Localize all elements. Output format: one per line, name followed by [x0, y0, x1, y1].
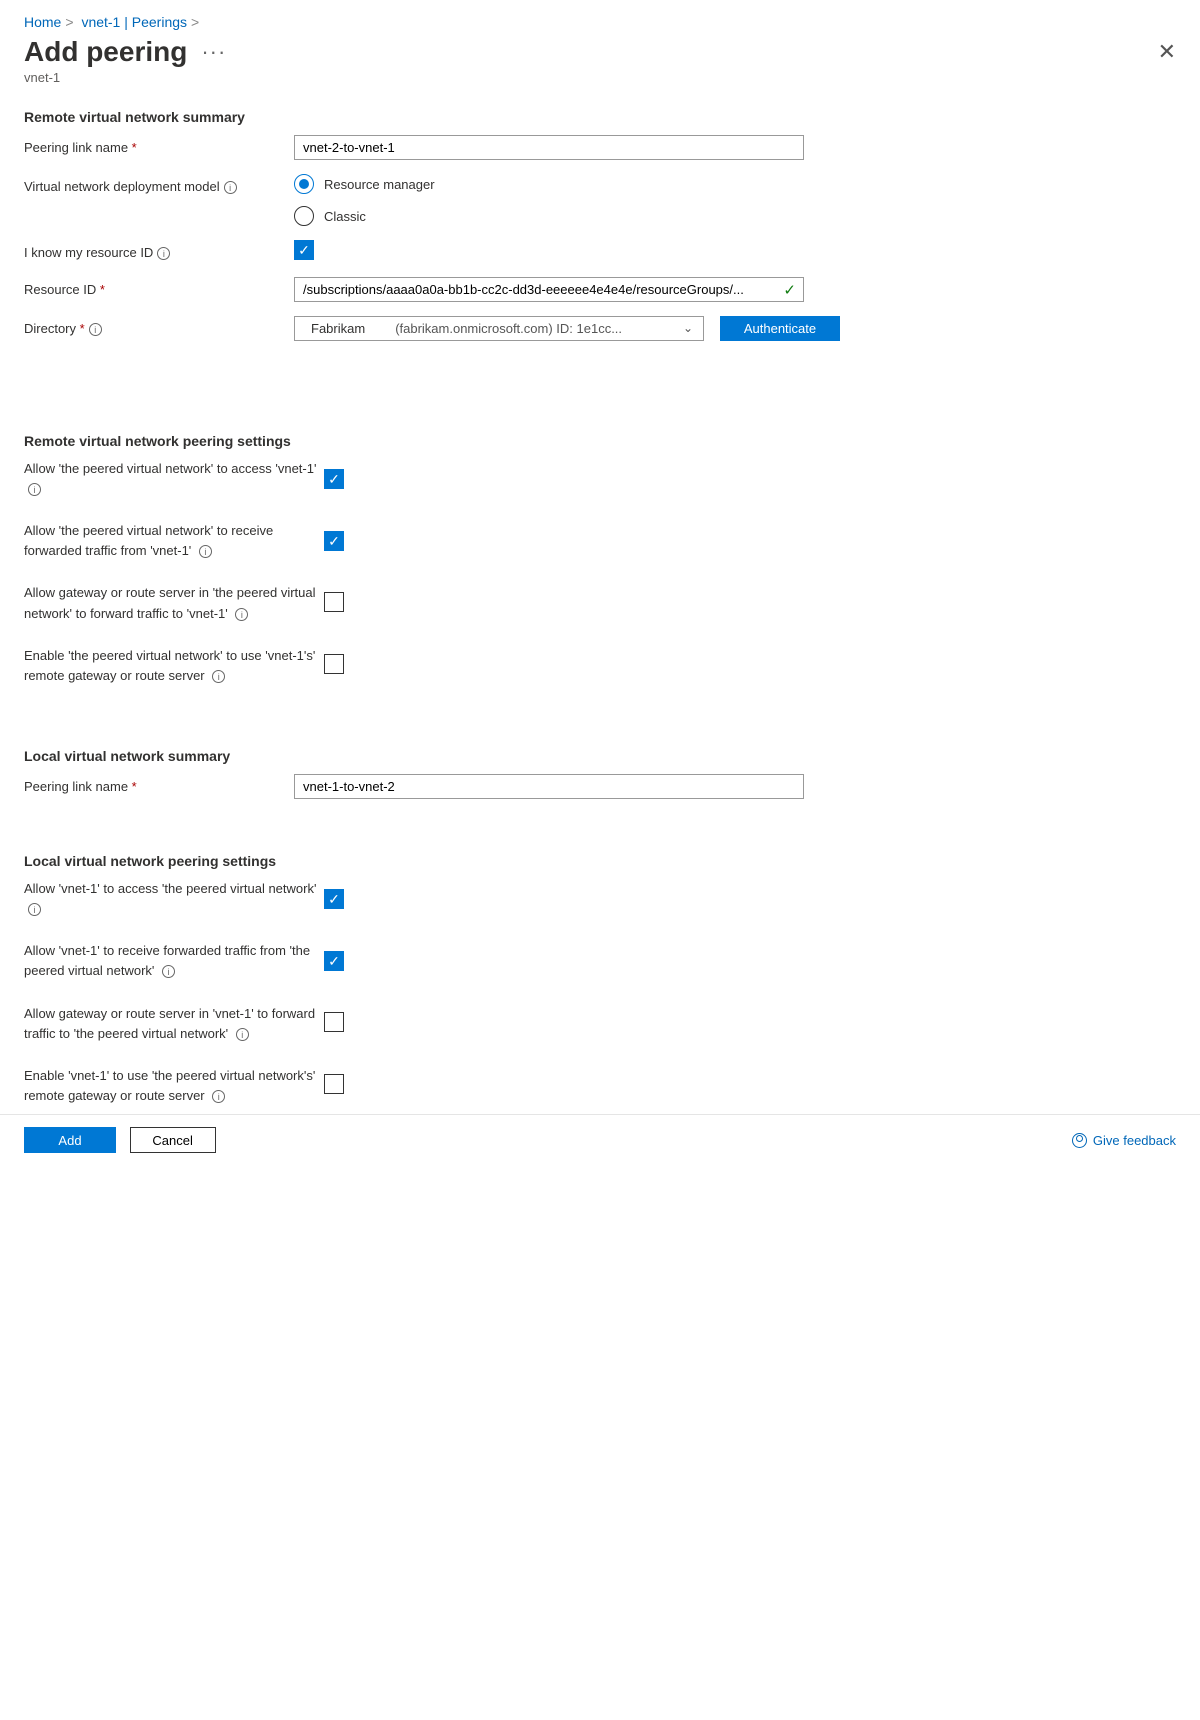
remote-opt1-checkbox[interactable] [324, 469, 344, 489]
info-icon[interactable] [236, 1028, 249, 1041]
info-icon[interactable] [162, 965, 175, 978]
remote-opt4-checkbox[interactable] [324, 654, 344, 674]
section-local-settings: Local virtual network peering settings [24, 853, 1176, 869]
radio-classic[interactable]: Classic [294, 206, 435, 226]
know-id-checkbox[interactable] [294, 240, 314, 260]
directory-select[interactable]: Fabrikam (fabrikam.onmicrosoft.com) ID: … [294, 316, 704, 341]
info-icon[interactable] [157, 247, 170, 260]
remote-opt2-checkbox[interactable] [324, 531, 344, 551]
label-remote-link: Peering link name [24, 140, 137, 155]
page-title: Add peering [24, 36, 187, 68]
local-opt1-label: Allow 'vnet-1' to access 'the peered vir… [24, 881, 316, 896]
radio-resource-manager[interactable]: Resource manager [294, 174, 435, 194]
remote-opt3-checkbox[interactable] [324, 592, 344, 612]
close-icon[interactable]: ✕ [1158, 39, 1176, 65]
add-button[interactable]: Add [24, 1127, 116, 1153]
local-opt1-checkbox[interactable] [324, 889, 344, 909]
resource-id-input[interactable] [294, 277, 804, 302]
page-subtitle: vnet-1 [24, 70, 1176, 85]
info-icon[interactable] [212, 1090, 225, 1103]
local-link-input[interactable] [294, 774, 804, 799]
info-icon[interactable] [28, 903, 41, 916]
label-resource-id: Resource ID [24, 282, 105, 297]
cancel-button[interactable]: Cancel [130, 1127, 216, 1153]
local-opt3-checkbox[interactable] [324, 1012, 344, 1032]
breadcrumb: Home> vnet-1 | Peerings> [24, 14, 1176, 30]
local-opt2-checkbox[interactable] [324, 951, 344, 971]
remote-opt2-label: Allow 'the peered virtual network' to re… [24, 523, 273, 558]
chevron-down-icon: ⌄ [683, 321, 693, 335]
info-icon[interactable] [235, 608, 248, 621]
remote-opt3-label: Allow gateway or route server in 'the pe… [24, 585, 316, 620]
label-deploy-model: Virtual network deployment model [24, 179, 220, 194]
info-icon[interactable] [89, 323, 102, 336]
label-directory: Directory [24, 321, 85, 336]
info-icon[interactable] [212, 670, 225, 683]
valid-check-icon: ✓ [783, 281, 796, 299]
breadcrumb-home[interactable]: Home [24, 14, 61, 30]
feedback-link[interactable]: Give feedback [1072, 1133, 1176, 1148]
remote-opt4-label: Enable 'the peered virtual network' to u… [24, 648, 315, 683]
local-opt4-label: Enable 'vnet-1' to use 'the peered virtu… [24, 1068, 315, 1103]
local-opt4-checkbox[interactable] [324, 1074, 344, 1094]
authenticate-button[interactable]: Authenticate [720, 316, 840, 341]
more-menu-icon[interactable]: ··· [201, 41, 226, 63]
person-feedback-icon [1072, 1133, 1087, 1148]
remote-opt1-label: Allow 'the peered virtual network' to ac… [24, 461, 316, 476]
section-remote-summary: Remote virtual network summary [24, 109, 1176, 125]
section-local-summary: Local virtual network summary [24, 748, 1176, 764]
breadcrumb-level1[interactable]: vnet-1 | Peerings [81, 14, 187, 30]
info-icon[interactable] [224, 181, 237, 194]
label-local-link: Peering link name [24, 779, 137, 794]
info-icon[interactable] [28, 483, 41, 496]
local-opt3-label: Allow gateway or route server in 'vnet-1… [24, 1006, 315, 1041]
label-know-id: I know my resource ID [24, 245, 153, 260]
section-remote-settings: Remote virtual network peering settings [24, 433, 1176, 449]
remote-link-input[interactable] [294, 135, 804, 160]
info-icon[interactable] [199, 545, 212, 558]
